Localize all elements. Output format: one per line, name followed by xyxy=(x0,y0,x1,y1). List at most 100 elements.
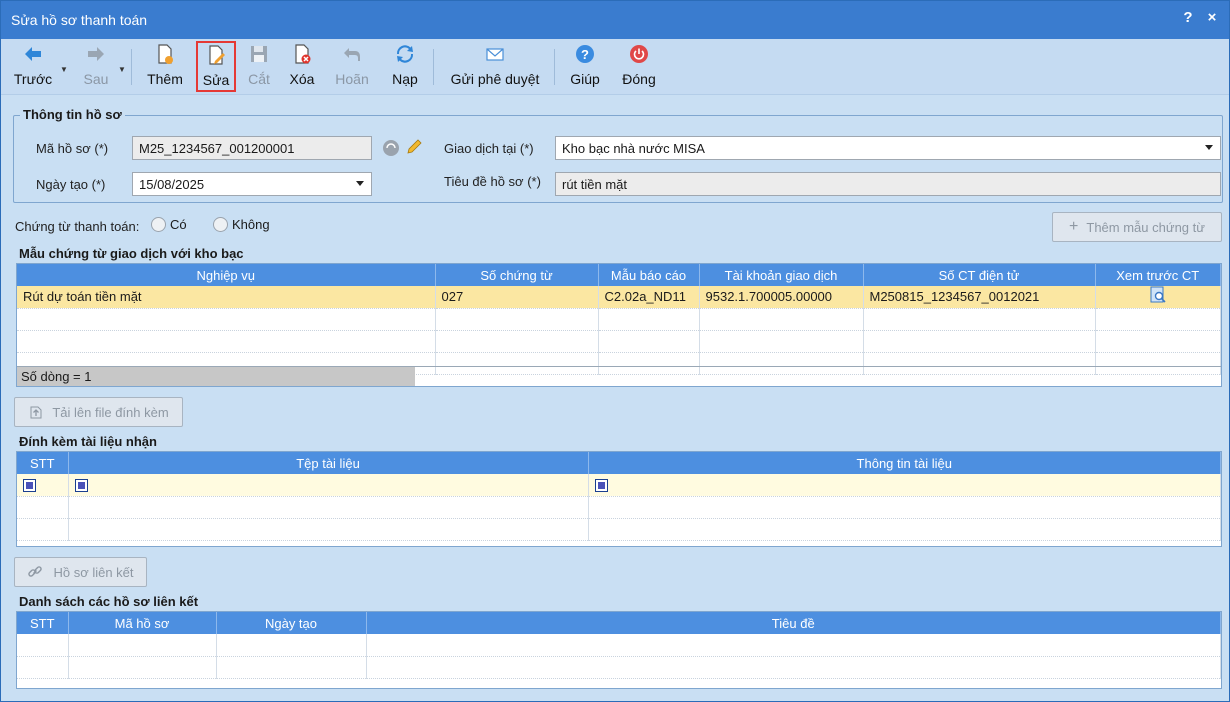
col-stt[interactable]: STT xyxy=(17,452,69,474)
col-preview[interactable]: Xem trước CT xyxy=(1095,264,1221,286)
cell-preview[interactable] xyxy=(1095,286,1221,309)
linked-group: Danh sách các hồ sơ liên kết STT Mã hồ s… xyxy=(13,594,1223,689)
delete-button[interactable]: Xóa xyxy=(285,43,319,87)
close-button[interactable]: Đóng xyxy=(619,43,659,87)
svg-text:?: ? xyxy=(581,47,589,62)
col-account[interactable]: Tài khoản giao dịch xyxy=(699,264,864,286)
col-stt[interactable]: STT xyxy=(17,612,69,634)
voucher-yes-radio[interactable]: Có xyxy=(151,217,187,232)
date-value: 15/08/2025 xyxy=(139,177,205,192)
cut-label: Cắt xyxy=(248,71,270,87)
linked-dossier-label: Hồ sơ liên kết xyxy=(53,564,134,580)
col-operation[interactable]: Nghiệp vụ xyxy=(17,264,436,286)
toolbar: Trước ▼ Sau ▼ Thêm Sửa Cắt Xóa Hoãn Nạp … xyxy=(1,39,1229,95)
add-template-button[interactable]: + Thêm mẫu chứng từ xyxy=(1052,212,1222,242)
table-row xyxy=(17,656,1221,679)
undo-button[interactable]: Hoãn xyxy=(331,43,373,87)
col-number[interactable]: Số chứng từ xyxy=(435,264,599,286)
upload-label: Tải lên file đính kèm xyxy=(52,404,169,420)
arrow-left-icon xyxy=(25,47,41,61)
attachments-grid: STT Tệp tài liệu Thông tin tài liệu xyxy=(16,451,1222,547)
linked-dossier-button[interactable]: Hồ sơ liên kết xyxy=(14,557,147,587)
new-row-info[interactable] xyxy=(588,474,1221,497)
close-icon[interactable]: × xyxy=(1203,9,1221,26)
undo-icon xyxy=(344,48,360,61)
plus-icon: + xyxy=(1069,218,1079,235)
dossier-info-group: Thông tin hồ sơ Mã hồ sơ (*) M25_1234567… xyxy=(13,107,1223,203)
link-icon xyxy=(28,566,43,577)
cell-number[interactable]: 027 xyxy=(435,286,599,309)
linked-header-row: STT Mã hồ sơ Ngày tạo Tiêu đề xyxy=(17,612,1221,634)
new-document-icon xyxy=(158,44,173,64)
help-icon[interactable]: ? xyxy=(1179,9,1197,26)
table-row[interactable]: Rút dự toán tiền mặt 027 C2.02a_ND11 953… xyxy=(17,286,1221,309)
col-form[interactable]: Mẫu báo cáo xyxy=(598,264,700,286)
pencil-icon[interactable] xyxy=(404,137,424,157)
help-label: Giúp xyxy=(570,71,600,87)
col-file[interactable]: Tệp tài liệu xyxy=(68,452,589,474)
col-date[interactable]: Ngày tạo xyxy=(216,612,367,634)
col-code[interactable]: Mã hồ sơ xyxy=(68,612,217,634)
cell-account[interactable]: 9532.1.700005.00000 xyxy=(699,286,864,309)
edit-button[interactable]: Sửa xyxy=(196,41,236,92)
col-file-info[interactable]: Thông tin tài liệu xyxy=(588,452,1221,474)
send-label: Gửi phê duyệt xyxy=(450,71,540,87)
templates-footer: Số dòng = 1 xyxy=(17,366,1221,386)
edit-payment-dossier-window: Sửa hồ sơ thanh toán ? × Trước ▼ Sau ▼ T… xyxy=(0,0,1230,702)
save-disk-icon xyxy=(251,46,267,62)
table-row xyxy=(17,496,1221,519)
voucher-yes-label: Có xyxy=(170,217,187,232)
templates-legend: Mẫu chứng từ giao dịch với kho bạc xyxy=(16,246,247,261)
col-ecode[interactable]: Số CT điện tử xyxy=(863,264,1096,286)
cut-button[interactable]: Cắt xyxy=(243,43,275,87)
cell-form[interactable]: C2.02a_ND11 xyxy=(598,286,700,309)
upload-icon xyxy=(30,406,42,419)
new-row-file[interactable] xyxy=(68,474,589,497)
title-field[interactable]: rút tiền mặt xyxy=(555,172,1221,196)
voucher-no-radio[interactable]: Không xyxy=(213,217,270,232)
place-label: Giao dịch tại (*) xyxy=(444,141,534,156)
close-label: Đóng xyxy=(622,71,656,87)
code-field[interactable]: M25_1234567_001200001 xyxy=(132,136,372,160)
add-button[interactable]: Thêm xyxy=(145,43,185,87)
voucher-label: Chứng từ thanh toán: xyxy=(15,219,140,234)
title-bar: Sửa hồ sơ thanh toán ? × xyxy=(1,1,1229,39)
send-approval-button[interactable]: Gửi phê duyệt xyxy=(445,43,545,87)
next-button[interactable]: Sau xyxy=(77,43,115,87)
new-row[interactable] xyxy=(17,474,1221,497)
next-label: Sau xyxy=(83,71,109,87)
table-row xyxy=(17,634,1221,657)
chevron-down-icon xyxy=(356,181,364,186)
cell-ecode[interactable]: M250815_1234567_0012021 xyxy=(863,286,1096,309)
templates-header-row: Nghiệp vụ Số chứng từ Mẫu báo cáo Tài kh… xyxy=(17,264,1221,286)
reload-button[interactable]: Nạp xyxy=(387,43,423,87)
next-dropdown-icon[interactable]: ▼ xyxy=(118,65,126,74)
preview-document-icon[interactable] xyxy=(1149,286,1167,304)
new-row-checkbox-icon xyxy=(74,479,88,493)
undo-label: Hoãn xyxy=(335,71,369,87)
question-icon: ? xyxy=(576,45,594,63)
place-select[interactable]: Kho bạc nhà nước MISA xyxy=(555,136,1221,160)
chevron-down-icon xyxy=(1205,145,1213,150)
arrow-right-icon xyxy=(88,47,104,61)
upload-attachment-button[interactable]: Tải lên file đính kèm xyxy=(14,397,183,427)
power-icon xyxy=(630,45,648,63)
cell-operation[interactable]: Rút dự toán tiền mặt xyxy=(17,286,436,309)
table-row xyxy=(17,518,1221,541)
new-row-checkbox-icon xyxy=(594,479,608,493)
new-row-stt[interactable] xyxy=(17,474,69,497)
title-label: Tiêu đề hồ sơ (*) xyxy=(444,174,541,189)
templates-grid: Nghiệp vụ Số chứng từ Mẫu báo cáo Tài kh… xyxy=(16,263,1222,387)
prev-dropdown-icon[interactable]: ▼ xyxy=(60,65,68,74)
add-label: Thêm xyxy=(147,71,183,87)
voucher-no-label: Không xyxy=(232,217,270,232)
edit-label: Sửa xyxy=(202,72,230,88)
window-title: Sửa hồ sơ thanh toán xyxy=(11,12,148,28)
generate-code-icon[interactable] xyxy=(381,138,401,158)
attachments-legend: Đính kèm tài liệu nhận xyxy=(16,434,160,449)
prev-button[interactable]: Trước xyxy=(11,43,55,87)
col-title[interactable]: Tiêu đề xyxy=(366,612,1221,634)
toolbar-separator xyxy=(554,49,555,85)
date-picker[interactable]: 15/08/2025 xyxy=(132,172,372,196)
help-button[interactable]: ? Giúp xyxy=(567,43,603,87)
